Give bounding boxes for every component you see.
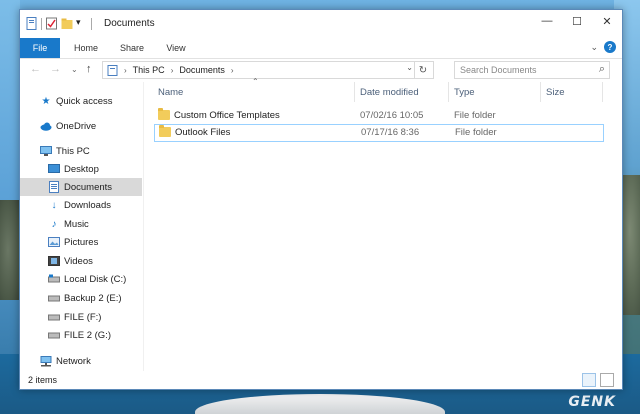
- drive-icon: [48, 273, 60, 285]
- cloud-icon: [40, 120, 52, 132]
- file-name: Outlook Files: [175, 127, 231, 138]
- column-header-name[interactable]: Name: [158, 84, 183, 102]
- column-header-date-modified[interactable]: Date modified: [360, 84, 419, 102]
- title-bar[interactable]: ▾ Documents — ☐ ✕: [20, 10, 622, 38]
- drive-icon: [48, 311, 60, 323]
- sidebar-item-network[interactable]: Network: [20, 352, 162, 370]
- file-date: 07/02/16 10:05: [360, 110, 424, 121]
- search-icon[interactable]: ⌕: [599, 63, 605, 76]
- large-icons-view-icon[interactable]: [600, 373, 614, 387]
- file-type: File folder: [455, 127, 497, 138]
- details-view-icon[interactable]: [582, 373, 596, 387]
- properties-check-icon[interactable]: [46, 17, 57, 30]
- folder-icon: [159, 125, 171, 137]
- column-header-size[interactable]: Size: [546, 84, 564, 102]
- column-separator[interactable]: [602, 82, 603, 102]
- pane-splitter[interactable]: [143, 82, 144, 372]
- address-bar[interactable]: › This PC › Documents › ⌄ ↻: [102, 61, 434, 79]
- pictures-icon: [48, 236, 60, 248]
- music-icon: ♪: [51, 218, 57, 230]
- tab-file[interactable]: File: [20, 38, 60, 58]
- star-icon: ★: [41, 95, 51, 107]
- ribbon: File Home Share View ⌄ ?: [20, 38, 622, 59]
- desktop-cliff-left: [0, 200, 20, 300]
- customize-toolbar-icon[interactable]: ▾: [76, 17, 87, 30]
- documents-icon: [48, 181, 60, 193]
- desktop-icon: [48, 163, 60, 175]
- sidebar-item-documents[interactable]: Documents: [20, 178, 142, 196]
- chevron-right-icon[interactable]: ›: [231, 66, 234, 75]
- file-list: ⌃ Name Date modified Type Size Custom Of…: [146, 77, 622, 372]
- navigation-pane: ★ Quick access OneDrive This PC Desktop: [20, 82, 142, 372]
- videos-icon: [48, 255, 60, 267]
- drive-icon: [48, 292, 60, 304]
- watermark-logo: GENK: [568, 394, 616, 410]
- item-count: 2 items: [28, 375, 58, 385]
- folder-icon: [158, 108, 170, 120]
- sidebar-item-this-pc[interactable]: This PC: [20, 142, 162, 160]
- file-explorer-window: ▾ Documents — ☐ ✕ File Home Share View ⌄…: [19, 9, 623, 390]
- tab-share[interactable]: Share: [112, 38, 152, 58]
- address-dropdown-icon[interactable]: ⌄: [406, 63, 413, 72]
- new-folder-icon[interactable]: [61, 17, 73, 30]
- column-separator[interactable]: [448, 82, 449, 102]
- tab-view[interactable]: View: [156, 38, 196, 58]
- toolbar-separator: [91, 17, 92, 30]
- file-name: Custom Office Templates: [174, 110, 280, 121]
- close-button[interactable]: ✕: [592, 10, 622, 32]
- navigation-bar: ← → ⌄ ↑ › This PC › Documents › ⌄ ↻ Sear…: [20, 59, 622, 81]
- network-icon: [40, 355, 52, 367]
- file-date: 07/17/16 8:36: [361, 127, 420, 138]
- sidebar-item-onedrive[interactable]: OneDrive: [20, 117, 162, 135]
- drive-icon: [48, 329, 60, 341]
- status-bar: 2 items: [20, 371, 622, 389]
- breadcrumb-documents[interactable]: Documents: [179, 65, 225, 75]
- maximize-button[interactable]: ☐: [562, 10, 592, 32]
- refresh-icon[interactable]: ↻: [414, 62, 431, 78]
- sort-up-icon: ⌃: [252, 77, 259, 86]
- breadcrumb-this-pc[interactable]: This PC: [133, 65, 165, 75]
- download-icon: ↓: [51, 199, 57, 211]
- window-title: Documents: [104, 18, 155, 29]
- search-input[interactable]: Search Documents ⌕: [454, 61, 610, 79]
- chevron-right-icon[interactable]: ›: [124, 66, 127, 75]
- computer-icon: [40, 145, 52, 157]
- column-header-type[interactable]: Type: [454, 84, 475, 102]
- forward-arrow-icon[interactable]: →: [50, 63, 61, 75]
- expand-ribbon-icon[interactable]: ⌄: [590, 42, 598, 53]
- chevron-right-icon[interactable]: ›: [171, 66, 174, 75]
- sidebar-item-quick-access[interactable]: ★ Quick access: [20, 92, 162, 110]
- column-separator[interactable]: [540, 82, 541, 102]
- help-icon[interactable]: ?: [604, 41, 616, 53]
- minimize-button[interactable]: —: [532, 10, 562, 32]
- file-type: File folder: [454, 110, 496, 121]
- tab-home[interactable]: Home: [66, 38, 106, 58]
- pc-icon: [107, 64, 118, 76]
- document-icon[interactable]: [26, 17, 37, 30]
- table-row[interactable]: Custom Office Templates 07/02/16 10:05 F…: [154, 108, 602, 124]
- toolbar-separator: [41, 17, 42, 30]
- table-row[interactable]: Outlook Files 07/17/16 8:36 File folder: [154, 124, 604, 142]
- column-separator[interactable]: [354, 82, 355, 102]
- back-arrow-icon[interactable]: ←: [30, 63, 41, 75]
- quick-access-toolbar: ▾: [26, 17, 92, 30]
- search-placeholder: Search Documents: [460, 65, 537, 75]
- up-arrow-icon[interactable]: ↑: [86, 63, 92, 75]
- recent-locations-icon[interactable]: ⌄: [71, 65, 78, 74]
